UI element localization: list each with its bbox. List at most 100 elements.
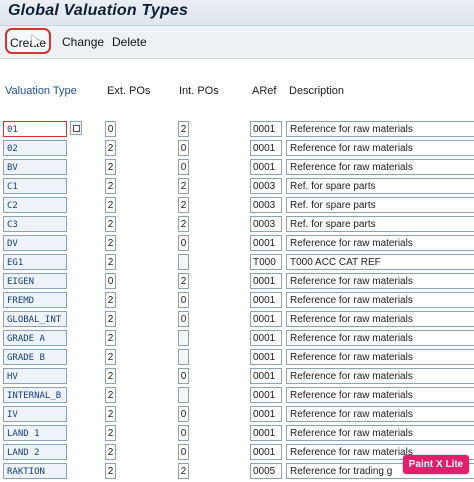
valuation-type-field[interactable]: INTERNAL_B bbox=[3, 387, 67, 403]
ext-pos-field[interactable]: 2 bbox=[105, 425, 116, 441]
description-field[interactable]: Reference for raw materials bbox=[286, 311, 474, 327]
valuation-type-field[interactable]: C1 bbox=[3, 178, 67, 194]
description-field[interactable]: Reference for raw materials bbox=[286, 425, 474, 441]
aref-field[interactable]: 0003 bbox=[250, 197, 282, 213]
ext-pos-field[interactable]: 2 bbox=[105, 444, 116, 460]
aref-field[interactable]: 0003 bbox=[250, 178, 282, 194]
aref-field[interactable]: 0001 bbox=[250, 140, 282, 156]
aref-field[interactable]: 0005 bbox=[250, 463, 282, 479]
valuation-type-field[interactable]: EIGEN bbox=[3, 273, 67, 289]
column-header-int-pos[interactable]: Int. POs bbox=[179, 85, 219, 97]
ext-pos-field[interactable]: 2 bbox=[105, 406, 116, 422]
aref-field[interactable]: 0001 bbox=[250, 330, 282, 346]
int-pos-field[interactable] bbox=[178, 387, 189, 403]
description-field[interactable]: Ref. for spare parts bbox=[286, 178, 474, 194]
value-help-icon[interactable] bbox=[70, 121, 82, 135]
aref-field[interactable]: 0001 bbox=[250, 311, 282, 327]
valuation-type-field[interactable]: C3 bbox=[3, 216, 67, 232]
int-pos-field[interactable]: 2 bbox=[178, 121, 189, 137]
aref-field[interactable]: 0001 bbox=[250, 387, 282, 403]
aref-field[interactable]: 0001 bbox=[250, 292, 282, 308]
aref-field[interactable]: 0001 bbox=[250, 406, 282, 422]
aref-field[interactable]: 0001 bbox=[250, 235, 282, 251]
valuation-type-field[interactable]: C2 bbox=[3, 197, 67, 213]
int-pos-field[interactable]: 2 bbox=[178, 273, 189, 289]
valuation-type-field[interactable]: GRADE A bbox=[3, 330, 67, 346]
int-pos-field[interactable]: 0 bbox=[178, 406, 189, 422]
aref-field[interactable]: 0001 bbox=[250, 444, 282, 460]
valuation-type-field[interactable]: LAND 1 bbox=[3, 425, 67, 441]
valuation-type-field[interactable]: BV bbox=[3, 159, 67, 175]
int-pos-field[interactable]: 0 bbox=[178, 159, 189, 175]
ext-pos-field[interactable]: 2 bbox=[105, 349, 116, 365]
int-pos-field[interactable]: 2 bbox=[178, 463, 189, 479]
int-pos-field[interactable]: 2 bbox=[178, 178, 189, 194]
aref-field[interactable]: 0001 bbox=[250, 349, 282, 365]
ext-pos-field[interactable]: 2 bbox=[105, 159, 116, 175]
ext-pos-field[interactable]: 0 bbox=[105, 121, 116, 137]
create-button[interactable]: Create bbox=[5, 28, 51, 54]
int-pos-field[interactable]: 2 bbox=[178, 197, 189, 213]
description-field[interactable]: Reference for raw materials bbox=[286, 330, 474, 346]
ext-pos-field[interactable]: 2 bbox=[105, 387, 116, 403]
change-button[interactable]: Change bbox=[58, 32, 108, 52]
valuation-type-field[interactable]: DV bbox=[3, 235, 67, 251]
description-field[interactable]: Reference for raw materials bbox=[286, 140, 474, 156]
description-field[interactable]: Reference for raw materials bbox=[286, 349, 474, 365]
description-field[interactable]: Reference for raw materials bbox=[286, 159, 474, 175]
int-pos-field[interactable]: 0 bbox=[178, 425, 189, 441]
ext-pos-field[interactable]: 2 bbox=[105, 235, 116, 251]
valuation-type-field[interactable]: 02 bbox=[3, 140, 67, 156]
column-header-valuation-type[interactable]: Valuation Type bbox=[5, 85, 77, 97]
int-pos-field[interactable] bbox=[178, 349, 189, 365]
ext-pos-field[interactable]: 2 bbox=[105, 197, 116, 213]
ext-pos-field[interactable]: 2 bbox=[105, 140, 116, 156]
description-field[interactable]: Reference for raw materials bbox=[286, 292, 474, 308]
delete-button[interactable]: Delete bbox=[108, 32, 151, 52]
description-field[interactable]: Reference for raw materials bbox=[286, 235, 474, 251]
int-pos-field[interactable]: 0 bbox=[178, 311, 189, 327]
description-field[interactable]: Reference for raw materials bbox=[286, 273, 474, 289]
valuation-type-field[interactable]: GRADE B bbox=[3, 349, 67, 365]
ext-pos-field[interactable]: 2 bbox=[105, 254, 116, 270]
valuation-type-field[interactable]: EG1 bbox=[3, 254, 67, 270]
ext-pos-field[interactable]: 0 bbox=[105, 273, 116, 289]
column-header-description[interactable]: Description bbox=[289, 85, 344, 97]
aref-field[interactable]: 0001 bbox=[250, 425, 282, 441]
int-pos-field[interactable]: 0 bbox=[178, 368, 189, 384]
int-pos-field[interactable]: 0 bbox=[178, 235, 189, 251]
int-pos-field[interactable] bbox=[178, 330, 189, 346]
ext-pos-field[interactable]: 2 bbox=[105, 330, 116, 346]
ext-pos-field[interactable]: 2 bbox=[105, 292, 116, 308]
int-pos-field[interactable]: 0 bbox=[178, 444, 189, 460]
ext-pos-field[interactable]: 2 bbox=[105, 178, 116, 194]
ext-pos-field[interactable]: 2 bbox=[105, 216, 116, 232]
valuation-type-field[interactable]: RAKTION bbox=[3, 463, 67, 479]
ext-pos-field[interactable]: 2 bbox=[105, 311, 116, 327]
description-field[interactable]: Reference for raw materials bbox=[286, 387, 474, 403]
ext-pos-field[interactable]: 2 bbox=[105, 463, 116, 479]
column-header-aref[interactable]: ARef bbox=[252, 85, 276, 97]
valuation-type-field[interactable]: LAND 2 bbox=[3, 444, 67, 460]
ext-pos-field[interactable]: 2 bbox=[105, 368, 116, 384]
description-field[interactable]: Ref. for spare parts bbox=[286, 216, 474, 232]
description-field[interactable]: Reference for raw materials bbox=[286, 121, 474, 137]
valuation-type-field[interactable]: 01 bbox=[3, 121, 67, 137]
int-pos-field[interactable]: 2 bbox=[178, 216, 189, 232]
description-field[interactable]: Ref. for spare parts bbox=[286, 197, 474, 213]
valuation-type-field[interactable]: GLOBAL_INT bbox=[3, 311, 67, 327]
description-field[interactable]: T000 ACC CAT REF bbox=[286, 254, 474, 270]
valuation-type-field[interactable]: IV bbox=[3, 406, 67, 422]
aref-field[interactable]: 0003 bbox=[250, 216, 282, 232]
aref-field[interactable]: 0001 bbox=[250, 273, 282, 289]
int-pos-field[interactable] bbox=[178, 254, 189, 270]
valuation-type-field[interactable]: HV bbox=[3, 368, 67, 384]
int-pos-field[interactable]: 0 bbox=[178, 140, 189, 156]
aref-field[interactable]: T000 bbox=[250, 254, 282, 270]
valuation-type-field[interactable]: FREMD bbox=[3, 292, 67, 308]
aref-field[interactable]: 0001 bbox=[250, 121, 282, 137]
description-field[interactable]: Reference for raw materials bbox=[286, 368, 474, 384]
int-pos-field[interactable]: 0 bbox=[178, 292, 189, 308]
aref-field[interactable]: 0001 bbox=[250, 159, 282, 175]
column-header-ext-pos[interactable]: Ext. POs bbox=[107, 85, 150, 97]
